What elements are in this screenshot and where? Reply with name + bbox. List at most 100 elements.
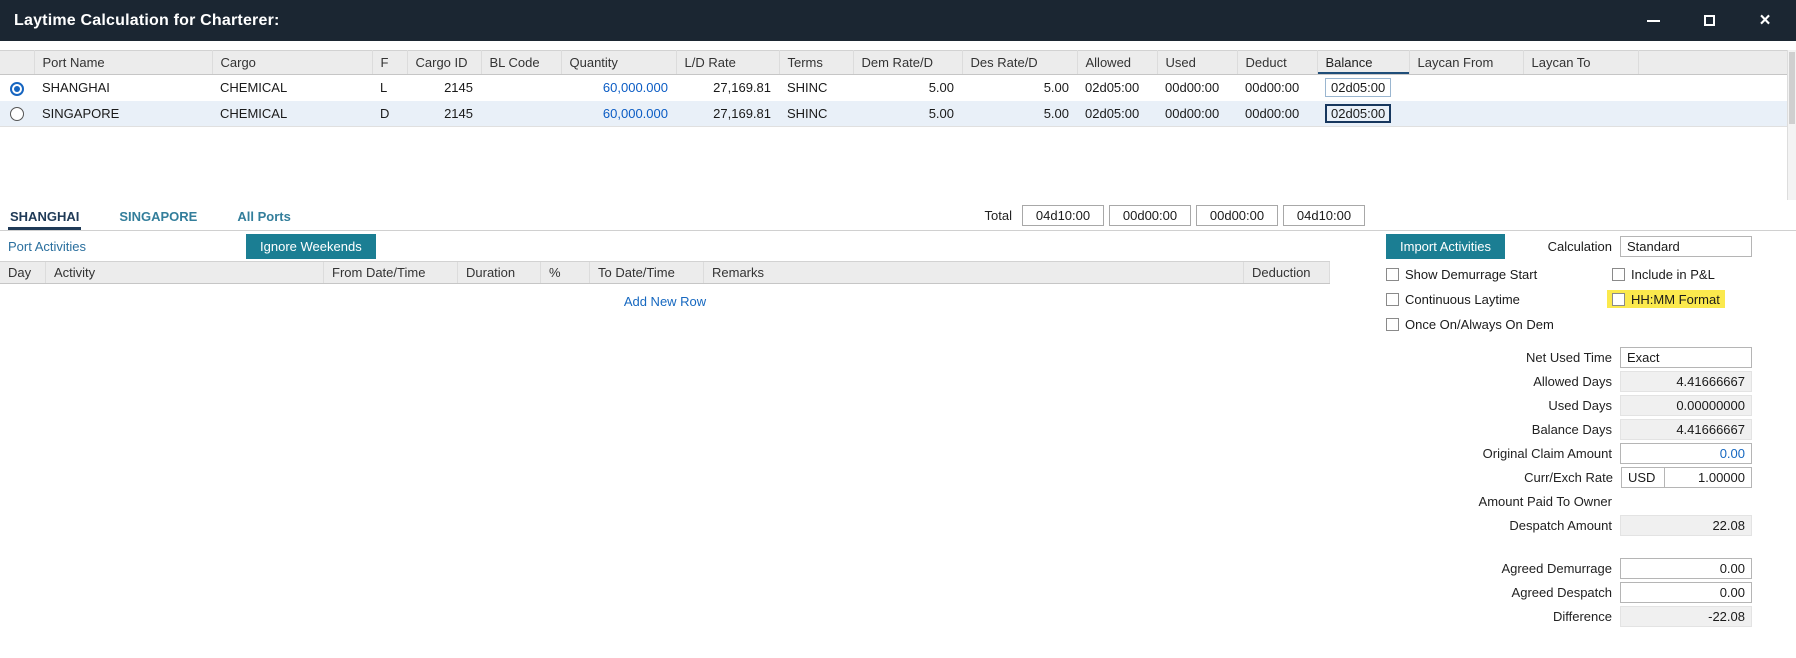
column-header-terms[interactable]: Terms — [779, 51, 853, 75]
field-label: Agreed Demurrage — [1501, 561, 1612, 576]
cell-cargo[interactable]: CHEMICAL — [212, 101, 372, 127]
checkbox-include-in-pnl[interactable]: Include in P&L — [1612, 265, 1752, 283]
cell-terms[interactable]: SHINC — [779, 75, 853, 101]
cell-used[interactable]: 00d00:00 — [1157, 75, 1237, 101]
radio-unselected-icon[interactable] — [10, 107, 24, 121]
calculation-select[interactable]: Standard — [1620, 236, 1752, 257]
cell-allowed[interactable]: 02d05:00 — [1077, 101, 1157, 127]
cell-balance[interactable]: 02d05:00 — [1317, 101, 1409, 127]
agreed-despatch-input[interactable]: 0.00 — [1620, 582, 1752, 603]
field-net-used-time: Net Used Time Exact — [1386, 347, 1752, 368]
net-used-time-select[interactable]: Exact — [1620, 347, 1752, 368]
scrollbar-thumb[interactable] — [1789, 52, 1795, 124]
cell-balance[interactable]: 02d05:00 — [1317, 75, 1409, 101]
column-header-f[interactable]: F — [372, 51, 407, 75]
checkbox-continuous-laytime[interactable]: Continuous Laytime — [1386, 290, 1612, 308]
minimize-button[interactable] — [1640, 9, 1666, 33]
cell-bl-code[interactable] — [481, 101, 561, 127]
port-tabs: SHANGHAI SINGAPORE All Ports — [8, 205, 293, 230]
cell-allowed[interactable]: 02d05:00 — [1077, 75, 1157, 101]
cell-laycan-to[interactable] — [1523, 101, 1638, 127]
cell-laycan-from[interactable] — [1409, 101, 1523, 127]
close-button[interactable]: × — [1752, 9, 1778, 33]
value-text: 4.41666667 — [1676, 422, 1745, 437]
column-header-laycan-to[interactable]: Laycan To — [1523, 51, 1638, 75]
cell-port-name[interactable]: SINGAPORE — [34, 101, 212, 127]
options-checkboxes: Show Demurrage Start Include in P&L Cont… — [1386, 265, 1752, 333]
column-header-ld-rate[interactable]: L/D Rate — [676, 51, 779, 75]
close-icon: × — [1759, 11, 1770, 30]
field-label: Balance Days — [1532, 422, 1612, 437]
checkbox-once-on-always-on-dem[interactable]: Once On/Always On Dem — [1386, 315, 1612, 333]
cell-deduct[interactable]: 00d00:00 — [1237, 75, 1317, 101]
value-text: 0.00 — [1720, 446, 1745, 461]
checkbox-label: Include in P&L — [1631, 267, 1715, 282]
cell-laycan-to[interactable] — [1523, 75, 1638, 101]
field-label: Original Claim Amount — [1483, 446, 1612, 461]
total-used: 00d00:00 — [1109, 205, 1191, 226]
titlebar: Laytime Calculation for Charterer: × — [0, 0, 1796, 41]
column-header-laycan-from[interactable]: Laycan From — [1409, 51, 1523, 75]
tab-shanghai[interactable]: SHANGHAI — [8, 205, 81, 230]
column-header-cargo-id[interactable]: Cargo ID — [407, 51, 481, 75]
balance-value-box-focused[interactable]: 02d05:00 — [1325, 104, 1391, 123]
cell-des-rate[interactable]: 5.00 — [962, 75, 1077, 101]
checkbox-show-demurrage-start[interactable]: Show Demurrage Start — [1386, 265, 1612, 283]
cell-laycan-from[interactable] — [1409, 75, 1523, 101]
cell-quantity[interactable]: 60,000.000 — [561, 75, 676, 101]
vertical-scrollbar[interactable] — [1787, 50, 1796, 200]
amount-paid-to-owner-input[interactable] — [1620, 491, 1752, 512]
cell-dem-rate[interactable]: 5.00 — [853, 101, 962, 127]
field-label: Difference — [1553, 609, 1612, 624]
cell-terms[interactable]: SHINC — [779, 101, 853, 127]
import-activities-button[interactable]: Import Activities — [1386, 234, 1505, 259]
calculation-label: Calculation — [1548, 239, 1612, 254]
currency-select[interactable]: USD — [1621, 467, 1665, 488]
add-new-row-link[interactable]: Add New Row — [624, 294, 706, 309]
column-header-filler — [1638, 51, 1796, 75]
cell-quantity[interactable]: 60,000.000 — [561, 101, 676, 127]
cell-f[interactable]: L — [372, 75, 407, 101]
cell-used[interactable]: 00d00:00 — [1157, 101, 1237, 127]
cell-f[interactable]: D — [372, 101, 407, 127]
exchange-rate-input[interactable]: 1.00000 — [1664, 467, 1752, 488]
maximize-button[interactable] — [1696, 9, 1722, 33]
column-header-cargo[interactable]: Cargo — [212, 51, 372, 75]
port-activities-label: Port Activities — [8, 239, 86, 254]
cell-deduct[interactable]: 00d00:00 — [1237, 101, 1317, 127]
cell-dem-rate[interactable]: 5.00 — [853, 75, 962, 101]
cargo-grid-header-row: Port Name Cargo F Cargo ID BL Code Quant… — [0, 51, 1796, 75]
agreed-demurrage-input[interactable]: 0.00 — [1620, 558, 1752, 579]
column-header-deduct[interactable]: Deduct — [1237, 51, 1317, 75]
row-select-cell[interactable] — [0, 75, 34, 101]
cargo-row-singapore[interactable]: SINGAPORE CHEMICAL D 2145 60,000.000 27,… — [0, 101, 1796, 127]
ignore-weekends-button[interactable]: Ignore Weekends — [246, 234, 376, 259]
cell-cargo-id[interactable]: 2145 — [407, 75, 481, 101]
tab-singapore[interactable]: SINGAPORE — [117, 205, 199, 230]
cell-des-rate[interactable]: 5.00 — [962, 101, 1077, 127]
column-header-bl-code[interactable]: BL Code — [481, 51, 561, 75]
value-text: 0.00 — [1720, 585, 1745, 600]
row-select-cell[interactable] — [0, 101, 34, 127]
cell-cargo[interactable]: CHEMICAL — [212, 75, 372, 101]
column-header-port-name[interactable]: Port Name — [34, 51, 212, 75]
radio-selected-icon[interactable] — [10, 82, 24, 96]
original-claim-amount-input[interactable]: 0.00 — [1620, 443, 1752, 464]
cell-cargo-id[interactable]: 2145 — [407, 101, 481, 127]
cell-ld-rate[interactable]: 27,169.81 — [676, 75, 779, 101]
column-header-balance[interactable]: Balance — [1317, 51, 1409, 75]
balance-value-box[interactable]: 02d05:00 — [1325, 78, 1391, 97]
column-header-used[interactable]: Used — [1157, 51, 1237, 75]
column-header-allowed[interactable]: Allowed — [1077, 51, 1157, 75]
checkbox-hhmm-format[interactable]: HH:MM Format — [1607, 290, 1725, 308]
cargo-row-shanghai[interactable]: SHANGHAI CHEMICAL L 2145 60,000.000 27,1… — [0, 75, 1796, 101]
cell-port-name[interactable]: SHANGHAI — [34, 75, 212, 101]
column-header-des-rate[interactable]: Des Rate/D — [962, 51, 1077, 75]
cell-ld-rate[interactable]: 27,169.81 — [676, 101, 779, 127]
column-header-dem-rate[interactable]: Dem Rate/D — [853, 51, 962, 75]
calculation-panel: Import Activities Calculation Standard S… — [1330, 231, 1796, 630]
column-header-quantity[interactable]: Quantity — [561, 51, 676, 75]
tab-all-ports[interactable]: All Ports — [235, 205, 292, 230]
cell-bl-code[interactable] — [481, 75, 561, 101]
maximize-icon — [1704, 15, 1715, 26]
